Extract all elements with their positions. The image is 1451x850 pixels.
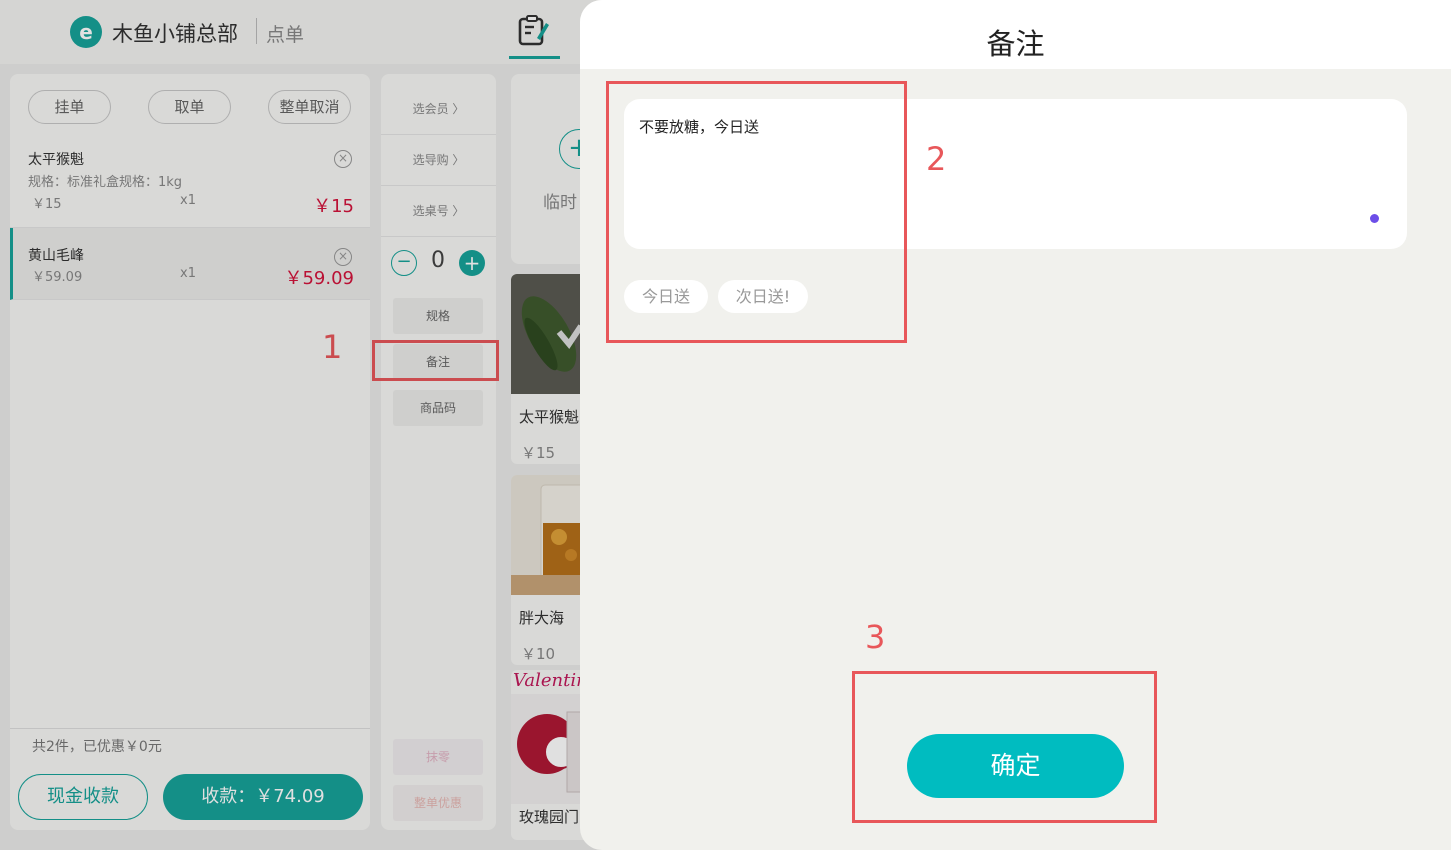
select-guide-link[interactable]: 选导购 〉 (381, 135, 496, 186)
product-card[interactable]: 胖大海 ￥10 (511, 475, 591, 665)
annotation-number: 1 (322, 328, 343, 366)
cart-item-qty: x1 (180, 266, 196, 281)
product-image (511, 274, 591, 394)
modal-title: 备注 (986, 27, 1045, 61)
checkout-button[interactable]: 收款：￥74.09 (163, 774, 363, 820)
select-member-link[interactable]: 选会员 〉 (381, 84, 496, 135)
page-name: 点单 (266, 24, 305, 46)
cursor-dot-icon (1370, 214, 1379, 223)
round-off-button[interactable]: 抹零 (393, 739, 483, 775)
product-banner: Valentin (513, 670, 588, 691)
increase-qty-button[interactable]: + (459, 250, 485, 276)
note-modal: 备注 不要放糖，今日送 今日送 次日送! 2 3 确定 (580, 0, 1451, 850)
note-button-highlight (372, 340, 499, 381)
hold-order-button[interactable]: 挂单 (28, 90, 111, 124)
cart-divider (10, 728, 370, 729)
select-table-link[interactable]: 选桌号 〉 (381, 186, 496, 237)
cart-item-spec: 规格：标准礼盒规格：1kg (28, 175, 183, 190)
temporary-product-label: 临时 (543, 193, 577, 213)
product-card[interactable]: 太平猴魁 ￥15 (511, 274, 591, 464)
cart-panel: 挂单 取单 整单取消 太平猴魁 规格：标准礼盒规格：1kg ￥15 x1 ￥15… (10, 74, 370, 830)
title-divider (256, 18, 257, 44)
product-code-button[interactable]: 商品码 (393, 390, 483, 426)
modal-header: 备注 (580, 0, 1451, 69)
cart-item-total: ￥59.09 (284, 268, 354, 289)
cart-summary: 共2件，已优惠￥0元 (32, 739, 162, 755)
cart-item-name: 黄山毛峰 (28, 248, 84, 264)
product-name: 胖大海 (519, 609, 565, 627)
cart-item[interactable]: 黄山毛峰 ￥59.09 x1 ￥59.09 × (10, 228, 370, 300)
confirm-button[interactable]: 确定 (907, 734, 1124, 798)
action-panel: 选会员 〉 选导购 〉 选桌号 〉 − 0 + 规格 备注 商品码 抹零 整单优… (381, 74, 496, 830)
annotation-number: 2 (926, 140, 947, 178)
active-nav-indicator (509, 56, 560, 59)
retrieve-order-button[interactable]: 取单 (148, 90, 231, 124)
order-discount-button[interactable]: 整单优惠 (393, 785, 483, 821)
product-image (511, 475, 591, 595)
remove-item-icon[interactable]: × (334, 248, 352, 266)
cart-item-qty: x1 (180, 193, 196, 208)
product-card[interactable]: Valentin 玫瑰园门 (511, 670, 591, 840)
product-name: 玫瑰园门 (519, 808, 580, 826)
remove-item-icon[interactable]: × (334, 150, 352, 168)
cash-payment-button[interactable]: 现金收款 (18, 774, 148, 820)
cancel-order-button[interactable]: 整单取消 (268, 90, 351, 124)
store-logo-icon: e (70, 16, 102, 48)
product-image (511, 694, 591, 804)
temporary-product-card[interactable]: + 临时 (511, 74, 591, 264)
cart-item-name: 太平猴魁 (28, 152, 84, 168)
product-price: ￥10 (521, 645, 556, 663)
qty-value: 0 (431, 248, 445, 273)
note-input-highlight (606, 81, 907, 343)
store-name: 木鱼小铺总部 (112, 22, 238, 46)
order-edit-icon[interactable] (516, 14, 550, 48)
product-name: 太平猴魁 (519, 408, 580, 426)
annotation-number: 3 (865, 618, 886, 656)
decrease-qty-button[interactable]: − (391, 250, 417, 276)
cart-item[interactable]: 太平猴魁 规格：标准礼盒规格：1kg ￥15 x1 ￥15 × (10, 140, 370, 228)
cart-item-total: ￥15 (313, 196, 354, 217)
cart-item-price: ￥15 (32, 197, 62, 212)
product-price: ￥15 (521, 444, 556, 462)
cart-item-price: ￥59.09 (32, 270, 83, 285)
spec-button[interactable]: 规格 (393, 298, 483, 334)
